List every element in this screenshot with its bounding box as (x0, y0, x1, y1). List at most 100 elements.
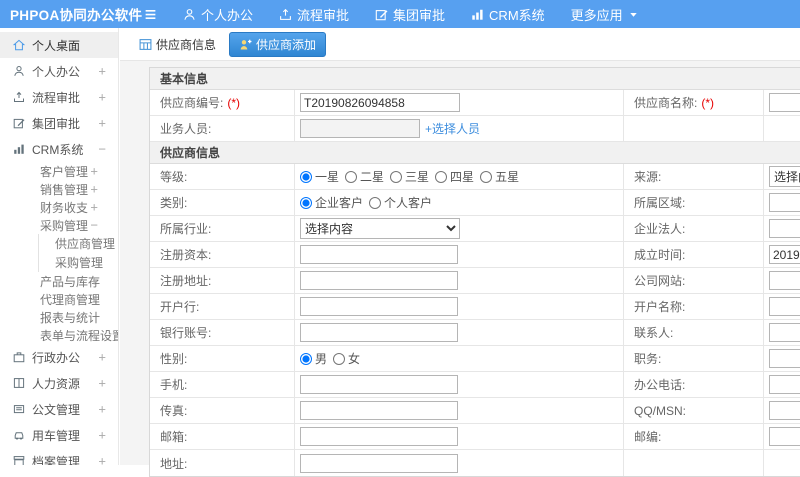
level-option-3[interactable]: 四星 (435, 168, 474, 185)
level-radio-0[interactable] (300, 171, 312, 183)
level-radio-1[interactable] (345, 171, 357, 183)
archive-icon (13, 455, 25, 465)
sidebar-item-workflow-approval[interactable]: 流程审批+ (0, 84, 118, 110)
zip-code-label: 邮编: (624, 424, 764, 449)
expand-toggle-icon[interactable]: + (90, 200, 98, 215)
sidebar-item-customer-mgmt[interactable]: 客户管理+ (0, 162, 118, 180)
category-option-1[interactable]: 个人客户 (369, 194, 432, 211)
expand-toggle-icon[interactable]: + (98, 402, 106, 417)
sidebar-item-purchase-mgmt-item[interactable]: 采购管理 (39, 253, 118, 272)
nav-personal-office[interactable]: 个人办公 (183, 5, 253, 24)
expand-toggle-icon[interactable]: + (90, 182, 98, 197)
sidebar-item-form-flow-settings[interactable]: 表单与流程设置+ (0, 326, 118, 344)
sidebar-item-human-resources[interactable]: 人力资源 + (0, 370, 118, 396)
address-field[interactable] (300, 454, 458, 473)
registered-address-field[interactable] (300, 271, 458, 290)
expand-toggle-icon[interactable]: + (90, 164, 98, 179)
sidebar-item-crm-system[interactable]: CRM系统− (0, 136, 118, 162)
sidebar-item-archive-mgmt[interactable]: 档案管理+ (0, 448, 118, 465)
category-option-0[interactable]: 企业客户 (300, 194, 363, 211)
nav-crm-system[interactable]: CRM系统 (471, 5, 545, 24)
level-option-2[interactable]: 三星 (390, 168, 429, 185)
level-option-1[interactable]: 二星 (345, 168, 384, 185)
upload-icon (279, 8, 292, 21)
email-field[interactable] (300, 427, 458, 446)
business-staff-field[interactable] (300, 119, 420, 138)
tab-supplier-add[interactable]: 供应商添加 (229, 32, 326, 57)
expand-toggle-icon[interactable]: − (98, 142, 106, 157)
founded-date-field[interactable] (769, 245, 800, 264)
expand-toggle-icon[interactable]: + (90, 274, 98, 289)
legal-person-field[interactable] (769, 219, 800, 238)
sidebar-item-admin-office[interactable]: 行政办公+ (0, 344, 118, 370)
source-select[interactable]: 选择内容 (769, 166, 800, 187)
sidebar-item-personal-office[interactable]: 个人办公+ (0, 58, 118, 84)
category-radio-0[interactable] (300, 197, 312, 209)
supplier-name-field[interactable] (769, 93, 800, 112)
level-option-0[interactable]: 一星 (300, 168, 339, 185)
industry-select[interactable]: 选择内容 (300, 218, 460, 239)
bank-account-field[interactable] (300, 323, 458, 342)
sidebar-item-reports-statistics[interactable]: 报表与统计 (0, 308, 118, 326)
sidebar-item-group-approval[interactable]: 集团审批+ (0, 110, 118, 136)
level-radio-2[interactable] (390, 171, 402, 183)
supplier-code-field[interactable] (300, 93, 460, 112)
sidebar-item-agent-mgmt[interactable]: 代理商管理+ (0, 290, 118, 308)
form-row: 供应商编号:(*)供应商名称:(*) (150, 90, 800, 116)
gender-radio-0[interactable] (300, 353, 312, 365)
gender-option-0[interactable]: 男 (300, 350, 327, 367)
position-cell (764, 346, 800, 371)
mobile-field[interactable] (300, 375, 458, 394)
sidebar-item-label: 人力资源 (32, 375, 80, 392)
expand-toggle-icon[interactable]: + (98, 64, 106, 79)
sidebar-item-personal-desktop[interactable]: 个人桌面 (0, 32, 118, 58)
menu-toggle-icon[interactable] (144, 8, 157, 21)
tab-supplier-info[interactable]: 供应商信息 (133, 33, 222, 56)
position-field[interactable] (769, 349, 800, 368)
bank-branch-field[interactable] (300, 297, 458, 316)
expand-toggle-icon[interactable]: + (98, 376, 106, 391)
fax-field[interactable] (300, 401, 458, 420)
field-label-text: 开户行: (160, 298, 199, 315)
expand-toggle-icon[interactable]: + (90, 292, 98, 307)
gender-option-1[interactable]: 女 (333, 350, 360, 367)
select-staff-link[interactable]: +选择人员 (425, 120, 480, 137)
zip-code-field[interactable] (769, 427, 800, 446)
expand-toggle-icon[interactable]: + (98, 454, 106, 466)
level-radio-3[interactable] (435, 171, 447, 183)
nav-workflow-approval[interactable]: 流程审批 (279, 5, 349, 24)
sidebar-item-product-inventory[interactable]: 产品与库存+ (0, 272, 118, 290)
form-row: 业务人员:+选择人员 (150, 116, 800, 142)
sidebar-item-finance-income-expense[interactable]: 财务收支+ (0, 198, 118, 216)
expand-toggle-icon[interactable]: + (98, 90, 106, 105)
contact-person-field[interactable] (769, 323, 800, 342)
expand-toggle-icon[interactable]: + (98, 116, 106, 131)
level-radio-4[interactable] (480, 171, 492, 183)
expand-toggle-icon[interactable]: − (90, 218, 98, 233)
expand-toggle-icon[interactable]: + (98, 350, 106, 365)
nav-more-apps[interactable]: 更多应用 (571, 5, 639, 24)
company-website-field[interactable] (769, 271, 800, 290)
category-radio-1[interactable] (369, 197, 381, 209)
qq-msn-field[interactable] (769, 401, 800, 420)
expand-toggle-icon[interactable]: + (90, 328, 98, 343)
field-label-text: 手机: (160, 376, 187, 393)
expand-toggle-icon[interactable]: + (98, 428, 106, 443)
sidebar-item-vehicle-mgmt[interactable]: 用车管理+ (0, 422, 118, 448)
gender-radio-1[interactable] (333, 353, 345, 365)
empty-cell (764, 450, 800, 476)
sidebar-item-official-docs[interactable]: 公文管理 + (0, 396, 118, 422)
sidebar-item-supplier-mgmt[interactable]: 供应商管理 (39, 234, 118, 253)
nav-group-approval[interactable]: 集团审批 (375, 5, 445, 24)
region-field[interactable] (769, 193, 800, 212)
category-cell: 企业客户个人客户 (295, 190, 624, 215)
registered-capital-field[interactable] (300, 245, 458, 264)
sidebar-item-purchase-mgmt[interactable]: 采购管理− (0, 216, 118, 234)
level-option-4[interactable]: 五星 (480, 168, 519, 185)
account-name-field[interactable] (769, 297, 800, 316)
sidebar-item-sales-mgmt[interactable]: 销售管理+ (0, 180, 118, 198)
account-name-cell (764, 294, 800, 319)
office-phone-field[interactable] (769, 375, 800, 394)
sidebar-item-label: 公文管理 (32, 401, 80, 418)
industry-cell: 选择内容 (295, 216, 624, 241)
